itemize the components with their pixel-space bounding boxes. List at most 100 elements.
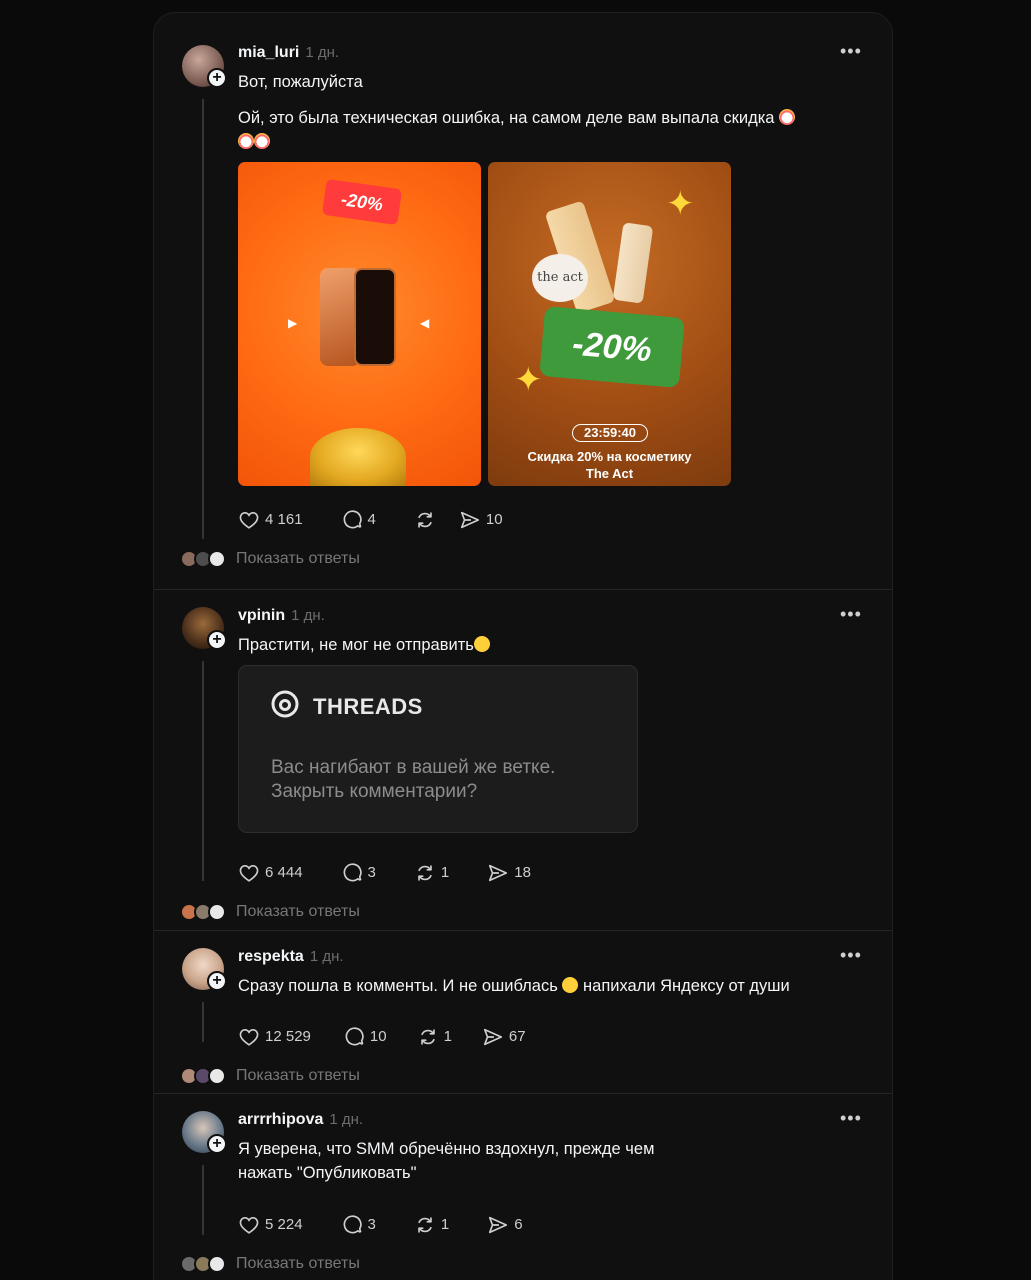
more-options-icon[interactable]: ••• (840, 1109, 868, 1130)
sparkle-icon: ✦ (666, 185, 695, 223)
share-button[interactable]: 6 (487, 1214, 523, 1236)
post-text-line1: Я уверена, что SMM обречённо вздохнул, п… (238, 1140, 655, 1158)
thread-line (202, 99, 204, 539)
threads-dialog-line2: Закрыть комментарии? (271, 781, 478, 802)
repost-icon (414, 1214, 436, 1236)
post-text-line2: нажать "Опубликовать" (238, 1164, 417, 1182)
comment-count: 4 (367, 511, 376, 528)
like-count: 5 224 (265, 1216, 303, 1233)
like-count: 6 444 (265, 864, 303, 881)
post: + arrrrhipova 1 дн. ••• Я уверена, что SM… (154, 1093, 892, 1280)
follow-plus-icon[interactable]: + (207, 971, 227, 991)
post-text-secondary-content: Ой, это была техническая ошибка, на само… (238, 109, 775, 127)
follow-plus-icon[interactable]: + (207, 630, 227, 650)
show-replies[interactable]: Показать ответы (180, 1066, 360, 1086)
show-replies-label[interactable]: Показать ответы (236, 1067, 360, 1085)
more-options-icon[interactable]: ••• (840, 946, 868, 967)
username-text[interactable]: arrrrhipova (238, 1111, 323, 1128)
reply-avatar (208, 1255, 226, 1273)
promo-caption: Скидка 20% на косметику The Act (488, 448, 731, 482)
share-button[interactable]: 18 (487, 862, 531, 884)
like-button[interactable]: 4 161 (238, 509, 303, 531)
feed-container: + mia_luri 1 дн. ••• Вот, пожалуйста Ой, … (153, 12, 893, 1280)
show-replies[interactable]: Показать ответы (180, 902, 360, 922)
comment-button[interactable]: 4 (341, 509, 376, 531)
more-options-icon[interactable]: ••• (840, 42, 868, 63)
username-text[interactable]: respekta (238, 948, 304, 965)
clown-emoji-icon (779, 109, 796, 125)
promo-caption-line2: The Act (585, 466, 634, 481)
post-actions: 5 224 3 1 6 (238, 1214, 561, 1236)
send-icon (482, 1026, 504, 1048)
repost-icon (414, 862, 436, 884)
post-actions: 4 161 4 10 (238, 509, 541, 531)
arrow-left-icon: ◀ (420, 316, 430, 330)
repost-count: 1 (440, 1216, 450, 1233)
heart-icon (238, 862, 260, 884)
post-text-secondary: Ой, это была техническая ошибка, на само… (238, 106, 848, 154)
share-count: 18 (514, 864, 531, 881)
post-actions: 6 444 3 1 18 (238, 862, 569, 884)
username[interactable]: respekta 1 дн. (238, 948, 344, 966)
post-text: Я уверена, что SMM обречённо вздохнул, п… (238, 1137, 654, 1185)
share-button[interactable]: 67 (482, 1026, 526, 1048)
username[interactable]: arrrrhipova 1 дн. (238, 1111, 363, 1129)
post-time: 1 дн. (329, 1111, 364, 1128)
username[interactable]: vpinin 1 дн. (238, 607, 325, 625)
repost-button[interactable]: 1 (414, 862, 449, 884)
sweat-smile-emoji-icon (562, 977, 579, 993)
repost-button[interactable] (414, 509, 441, 531)
like-count: 12 529 (265, 1028, 311, 1045)
show-replies[interactable]: Показать ответы (180, 1254, 360, 1274)
heart-icon (238, 1026, 260, 1048)
promo-image-cosmetics[interactable]: ✦ the act -20% ✦ 23:59:40 Скидка 20% на … (488, 162, 731, 486)
repost-button[interactable]: 1 (414, 1214, 449, 1236)
share-count: 10 (485, 511, 503, 528)
show-replies[interactable]: Показать ответы (180, 549, 360, 569)
discount-tag: -20% (321, 178, 403, 226)
promo-caption-line1: Скидка 20% на косметику (527, 449, 692, 464)
coins-image (310, 428, 406, 486)
share-button[interactable]: 10 (459, 509, 503, 531)
post-time: 1 дн. (291, 607, 325, 624)
username[interactable]: mia_luri 1 дн. (238, 44, 339, 62)
clown-emoji-icon (254, 133, 270, 149)
show-replies-label[interactable]: Показать ответы (236, 550, 360, 568)
comment-button[interactable]: 3 (341, 1214, 376, 1236)
follow-plus-icon[interactable]: + (207, 1134, 227, 1154)
post-text-part1: Сразу пошла в комменты. И не ошиблась (238, 977, 558, 995)
more-options-icon[interactable]: ••• (840, 605, 868, 626)
reply-avatar (208, 550, 226, 568)
comment-count: 3 (367, 864, 376, 881)
like-button[interactable]: 6 444 (238, 862, 303, 884)
phone-image (354, 268, 396, 366)
like-button[interactable]: 12 529 (238, 1026, 311, 1048)
comment-button[interactable]: 10 (343, 1026, 387, 1048)
show-replies-label[interactable]: Показать ответы (236, 903, 360, 921)
repost-button[interactable]: 1 (417, 1026, 452, 1048)
post: + vpinin 1 дн. ••• Прастити, не мог не от… (154, 589, 892, 930)
post-actions: 12 529 10 1 67 (238, 1026, 564, 1048)
threads-dialog-line1: Вас нагибают в вашей же ветке. (271, 757, 556, 778)
comment-button[interactable]: 3 (341, 862, 376, 884)
threads-brand-text: THREADS (313, 694, 423, 719)
comment-icon (341, 1214, 363, 1236)
comment-count: 10 (369, 1028, 387, 1045)
follow-plus-icon[interactable]: + (207, 68, 227, 88)
promo-image-phones[interactable]: -20% ▶ ◀ (238, 162, 481, 486)
username-text[interactable]: mia_luri (238, 44, 299, 61)
thread-line (202, 661, 204, 881)
repost-icon (414, 509, 436, 531)
post-time: 1 дн. (305, 44, 340, 61)
comment-icon (341, 862, 363, 884)
show-replies-label[interactable]: Показать ответы (236, 1255, 360, 1273)
cosmetic-jar-image: the act (532, 254, 588, 302)
post-time: 1 дн. (309, 948, 344, 965)
comment-icon (343, 1026, 365, 1048)
like-button[interactable]: 5 224 (238, 1214, 303, 1236)
username-text[interactable]: vpinin (238, 607, 285, 624)
comment-count: 3 (367, 1216, 376, 1233)
repost-count: 1 (440, 864, 450, 881)
sweat-smile-emoji-icon (473, 636, 490, 652)
threads-screenshot-image[interactable]: THREADS Вас нагибают в вашей же ветке. З… (238, 665, 638, 833)
